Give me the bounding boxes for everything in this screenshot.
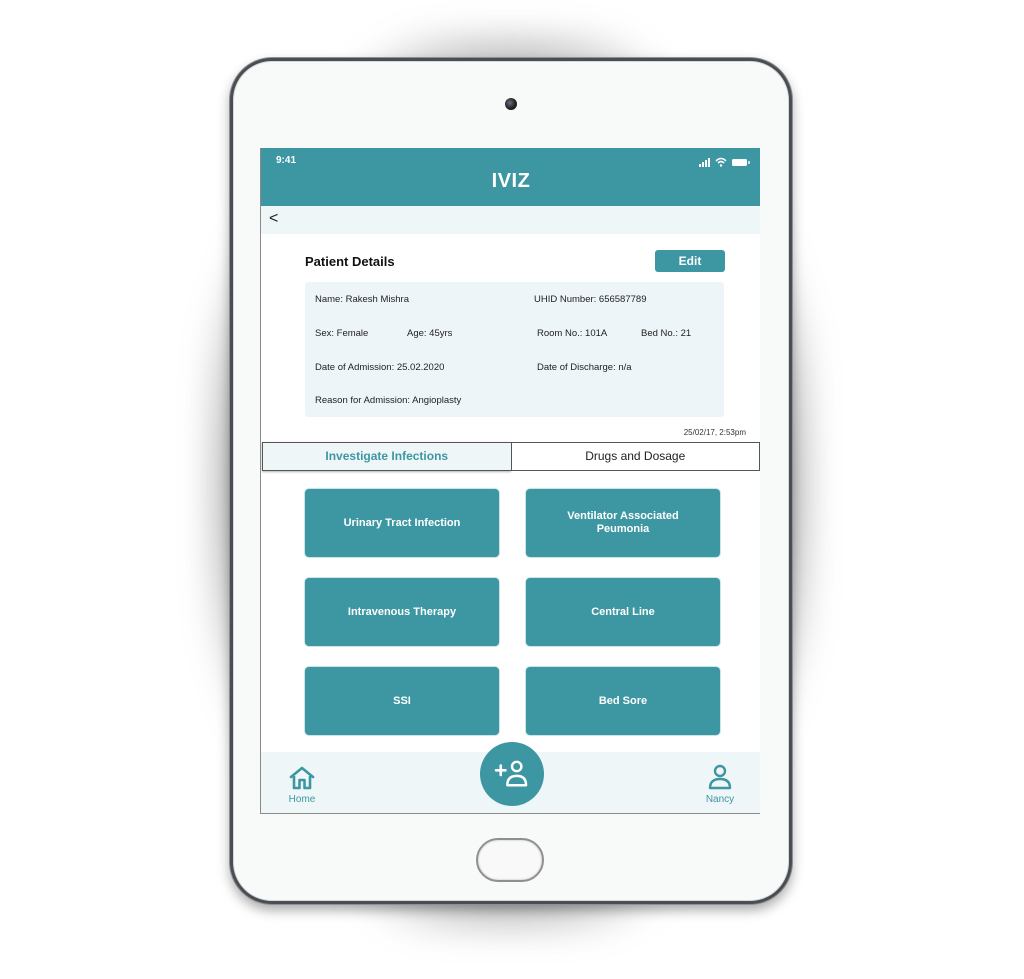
home-icon <box>289 766 315 790</box>
nav-profile[interactable]: Nancy <box>701 764 739 805</box>
infection-tile-iv-therapy[interactable]: Intravenous Therapy <box>305 578 499 646</box>
app-title: IVIZ <box>491 170 531 192</box>
infection-tile-vap[interactable]: Ventilator Associated Peumonia <box>526 489 720 557</box>
nav-home[interactable]: Home <box>285 766 319 805</box>
wifi-icon <box>715 157 727 167</box>
battery-icon <box>732 159 750 166</box>
nav-bar: < <box>261 206 760 234</box>
camera-icon <box>505 98 517 110</box>
tab-investigate-infections[interactable]: Investigate Infections <box>262 442 511 471</box>
patient-age: Age: 45yrs <box>407 328 453 339</box>
patient-details-title: Patient Details <box>305 254 395 269</box>
nav-home-label: Home <box>288 794 316 805</box>
app-screen: 9:41 IVIZ < Patient Details Edit Name: R… <box>260 148 760 814</box>
tab-bar: Investigate Infections Drugs and Dosage <box>262 442 760 471</box>
app-header: 9:41 IVIZ <box>261 148 760 206</box>
infection-tile-ssi[interactable]: SSI <box>305 667 499 735</box>
back-button[interactable]: < <box>269 210 278 228</box>
patient-bed: Bed No.: 21 <box>641 328 692 339</box>
user-icon <box>708 764 732 790</box>
patient-name: Name: Rakesh Mishra <box>315 294 409 305</box>
infection-tile-uti[interactable]: Urinary Tract Infection <box>305 489 499 557</box>
infection-tile-bed-sore[interactable]: Bed Sore <box>526 667 720 735</box>
discharge-date: Date of Discharge: n/a <box>537 362 632 373</box>
admission-reason: Reason for Admission: Angioplasty <box>315 395 462 406</box>
nav-profile-label: Nancy <box>705 794 735 805</box>
status-time: 9:41 <box>276 155 297 166</box>
patient-details-card: Name: Rakesh Mishra UHID Number: 6565877… <box>305 282 724 417</box>
add-patient-button[interactable] <box>480 742 544 806</box>
signal-icon <box>699 158 710 167</box>
edit-button[interactable]: Edit <box>655 250 725 272</box>
patient-uhid: UHID Number: 656587789 <box>534 294 647 305</box>
patient-room: Room No.: 101A <box>537 328 608 339</box>
device-home-button[interactable] <box>476 838 544 882</box>
add-user-icon <box>494 760 528 787</box>
status-icons <box>699 157 750 167</box>
patient-sex: Sex: Female <box>315 328 369 339</box>
admission-date: Date of Admission: 25.02.2020 <box>315 362 445 373</box>
infection-tile-central-line[interactable]: Central Line <box>526 578 720 646</box>
tab-drugs-and-dosage[interactable]: Drugs and Dosage <box>510 442 760 471</box>
last-updated-timestamp: 25/02/17, 2:53pm <box>683 428 746 437</box>
